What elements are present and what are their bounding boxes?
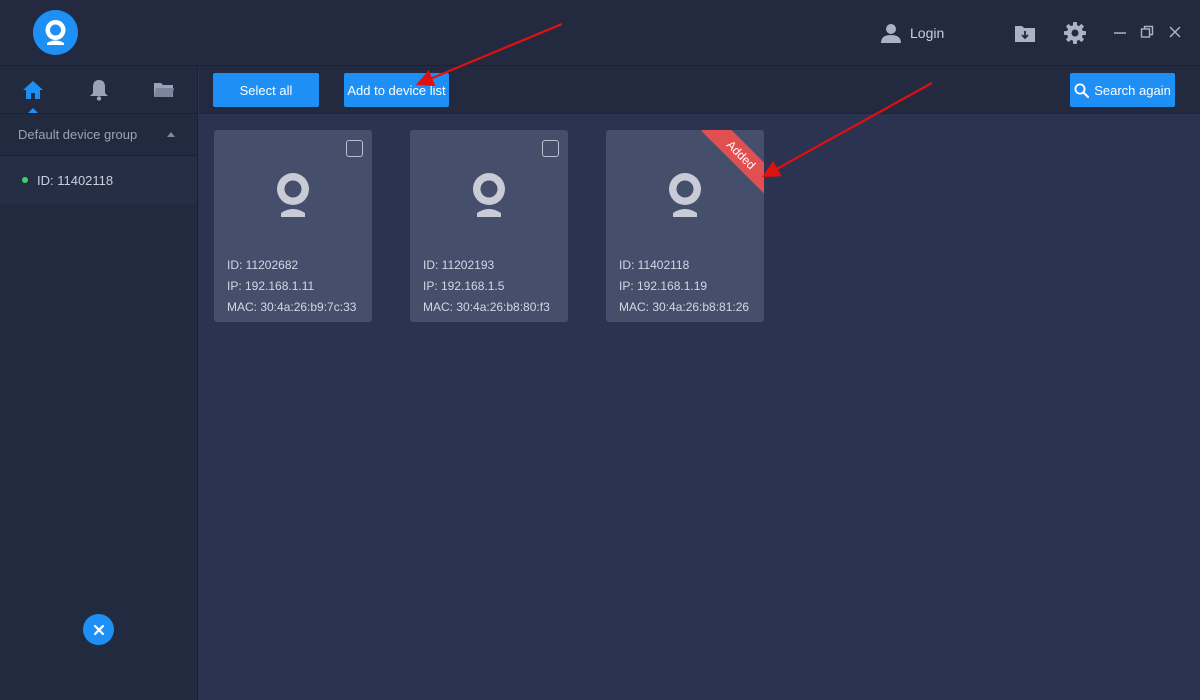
nav-alerts[interactable] (66, 66, 132, 113)
download-folder-icon[interactable] (1014, 22, 1036, 44)
device-info: ID: 11202682 IP: 192.168.1.11 MAC: 30:4a… (227, 255, 356, 318)
nav-files[interactable] (131, 66, 197, 113)
device-id: ID: 11402118 (619, 258, 690, 272)
device-mac: MAC: 30:4a:26:b8:81:26 (619, 300, 750, 314)
close-window-icon[interactable] (1168, 25, 1182, 39)
app-logo (33, 10, 78, 55)
device-id: ID: 11202193 (423, 258, 495, 272)
camera-icon (277, 173, 309, 217)
device-checkbox[interactable] (346, 140, 363, 157)
home-icon (22, 80, 43, 99)
search-again-button[interactable]: Search again (1070, 73, 1175, 107)
camera-logo-icon (45, 20, 66, 45)
camera-icon (669, 173, 701, 217)
device-mac: MAC: 30:4a:26:b9:7c:33 (227, 300, 357, 314)
search-icon (1074, 83, 1090, 98)
device-card[interactable]: Added ID: 11402118 IP: 192.168.1.19 MAC:… (606, 130, 764, 322)
sidebar-device-label: ID: 11402118 (37, 172, 114, 188)
sidebar: Default device group ID: 11402118 (0, 66, 198, 700)
device-id: ID: 11202682 (227, 258, 299, 272)
device-group-label: Default device group (18, 127, 138, 142)
added-badge: Added (701, 130, 764, 195)
device-card[interactable]: ID: 11202682 IP: 192.168.1.11 MAC: 30:4a… (214, 130, 372, 322)
title-bar: Login (0, 0, 1200, 66)
folder-icon (154, 82, 175, 97)
collapse-caret-icon[interactable] (167, 132, 175, 137)
nav-home[interactable] (0, 66, 66, 113)
close-icon (93, 624, 104, 635)
login-label: Login (910, 25, 945, 41)
camera-icon (473, 173, 505, 217)
bell-icon (89, 79, 108, 101)
device-checkbox[interactable] (542, 140, 559, 157)
device-mac: MAC: 30:4a:26:b8:80:f3 (423, 300, 550, 314)
restore-icon[interactable] (1140, 25, 1154, 39)
gear-icon[interactable] (1064, 22, 1086, 44)
device-ip: IP: 192.168.1.11 (227, 279, 315, 293)
device-card[interactable]: ID: 11202193 IP: 192.168.1.5 MAC: 30:4a:… (410, 130, 568, 322)
device-info: ID: 11202193 IP: 192.168.1.5 MAC: 30:4a:… (423, 255, 550, 318)
login-button[interactable]: Login (880, 21, 944, 45)
close-panel-button[interactable] (83, 614, 114, 645)
device-group-header[interactable]: Default device group (0, 114, 197, 156)
device-toolbar: Select all Add to device list Search aga… (199, 66, 1200, 114)
user-icon (881, 24, 901, 43)
device-info: ID: 11402118 IP: 192.168.1.19 MAC: 30:4a… (619, 255, 749, 318)
device-ip: IP: 192.168.1.19 (619, 279, 708, 293)
minimize-icon[interactable] (1113, 26, 1127, 40)
add-to-device-list-button[interactable]: Add to device list (344, 73, 449, 107)
device-ip: IP: 192.168.1.5 (423, 279, 505, 293)
search-again-label: Search again (1094, 82, 1171, 98)
select-all-button[interactable]: Select all (213, 73, 319, 107)
sidebar-device-item[interactable]: ID: 11402118 (0, 156, 197, 204)
sidebar-nav (0, 66, 197, 114)
online-status-dot (22, 177, 28, 183)
